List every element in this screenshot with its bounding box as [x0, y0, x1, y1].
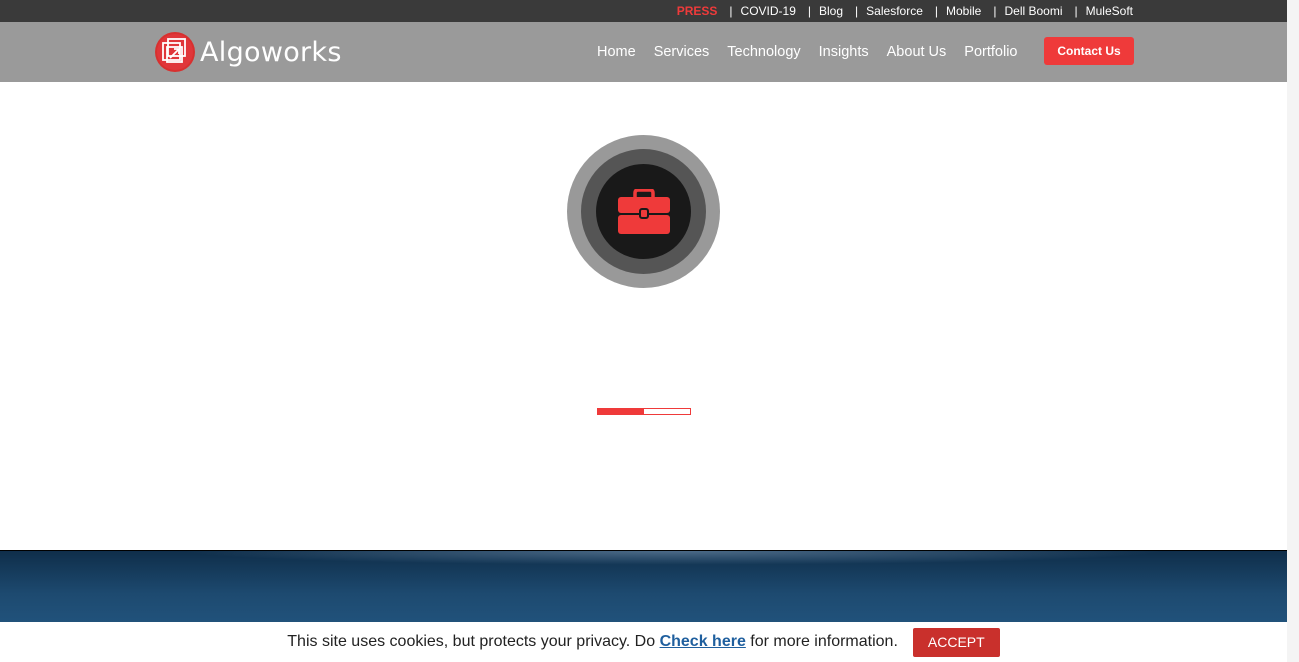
mulesoft-link[interactable]: MuleSoft [1086, 4, 1133, 18]
site-header: Algoworks Home Services Technology Insig… [0, 22, 1287, 82]
hero-band [0, 550, 1287, 623]
cookie-notice: This site uses cookies, but protects you… [0, 622, 1287, 662]
salesforce-link[interactable]: Salesforce [866, 4, 923, 18]
briefcase-icon [617, 188, 670, 234]
logo[interactable]: Algoworks [154, 31, 342, 73]
mobile-link[interactable]: Mobile [946, 4, 981, 18]
logo-text: Algoworks [200, 36, 342, 68]
loader-core [596, 164, 691, 259]
separator: | [934, 4, 938, 18]
algoworks-logo-icon [155, 32, 195, 72]
cookie-text-after: for more information. [745, 633, 898, 650]
nav-technology[interactable]: Technology [718, 44, 809, 60]
page: PRESS | COVID-19 | Blog | Salesforce | M… [0, 0, 1287, 662]
nav-insights[interactable]: Insights [810, 44, 878, 60]
separator: | [855, 4, 859, 18]
separator: | [993, 4, 997, 18]
accept-cookies-button[interactable]: ACCEPT [912, 627, 1000, 657]
nav-about-us[interactable]: About Us [878, 44, 956, 60]
scrollbar[interactable] [1287, 0, 1299, 662]
nav-home[interactable]: Home [588, 44, 645, 60]
loader-ring [581, 149, 706, 274]
nav-portfolio[interactable]: Portfolio [955, 44, 1026, 60]
press-link[interactable]: PRESS [677, 4, 718, 18]
utility-bar: PRESS | COVID-19 | Blog | Salesforce | M… [0, 0, 1287, 22]
contact-us-button[interactable]: Contact Us [1044, 37, 1134, 65]
cookie-text-before: This site uses cookies, but protects you… [287, 633, 660, 650]
progress-fill [598, 409, 644, 414]
separator: | [1074, 4, 1078, 18]
page-loader [567, 135, 720, 288]
dell-boomi-link[interactable]: Dell Boomi [1004, 4, 1062, 18]
blog-link[interactable]: Blog [819, 4, 843, 18]
covid-19-link[interactable]: COVID-19 [741, 4, 796, 18]
separator: | [729, 4, 733, 18]
utility-links: PRESS | COVID-19 | Blog | Salesforce | M… [677, 0, 1133, 22]
main-nav: Home Services Technology Insights About … [588, 22, 1027, 82]
cookie-message: This site uses cookies, but protects you… [287, 633, 898, 651]
loading-progress-bar [597, 408, 691, 415]
separator: | [807, 4, 812, 18]
check-here-link[interactable]: Check here [660, 633, 746, 650]
nav-services[interactable]: Services [645, 44, 719, 60]
